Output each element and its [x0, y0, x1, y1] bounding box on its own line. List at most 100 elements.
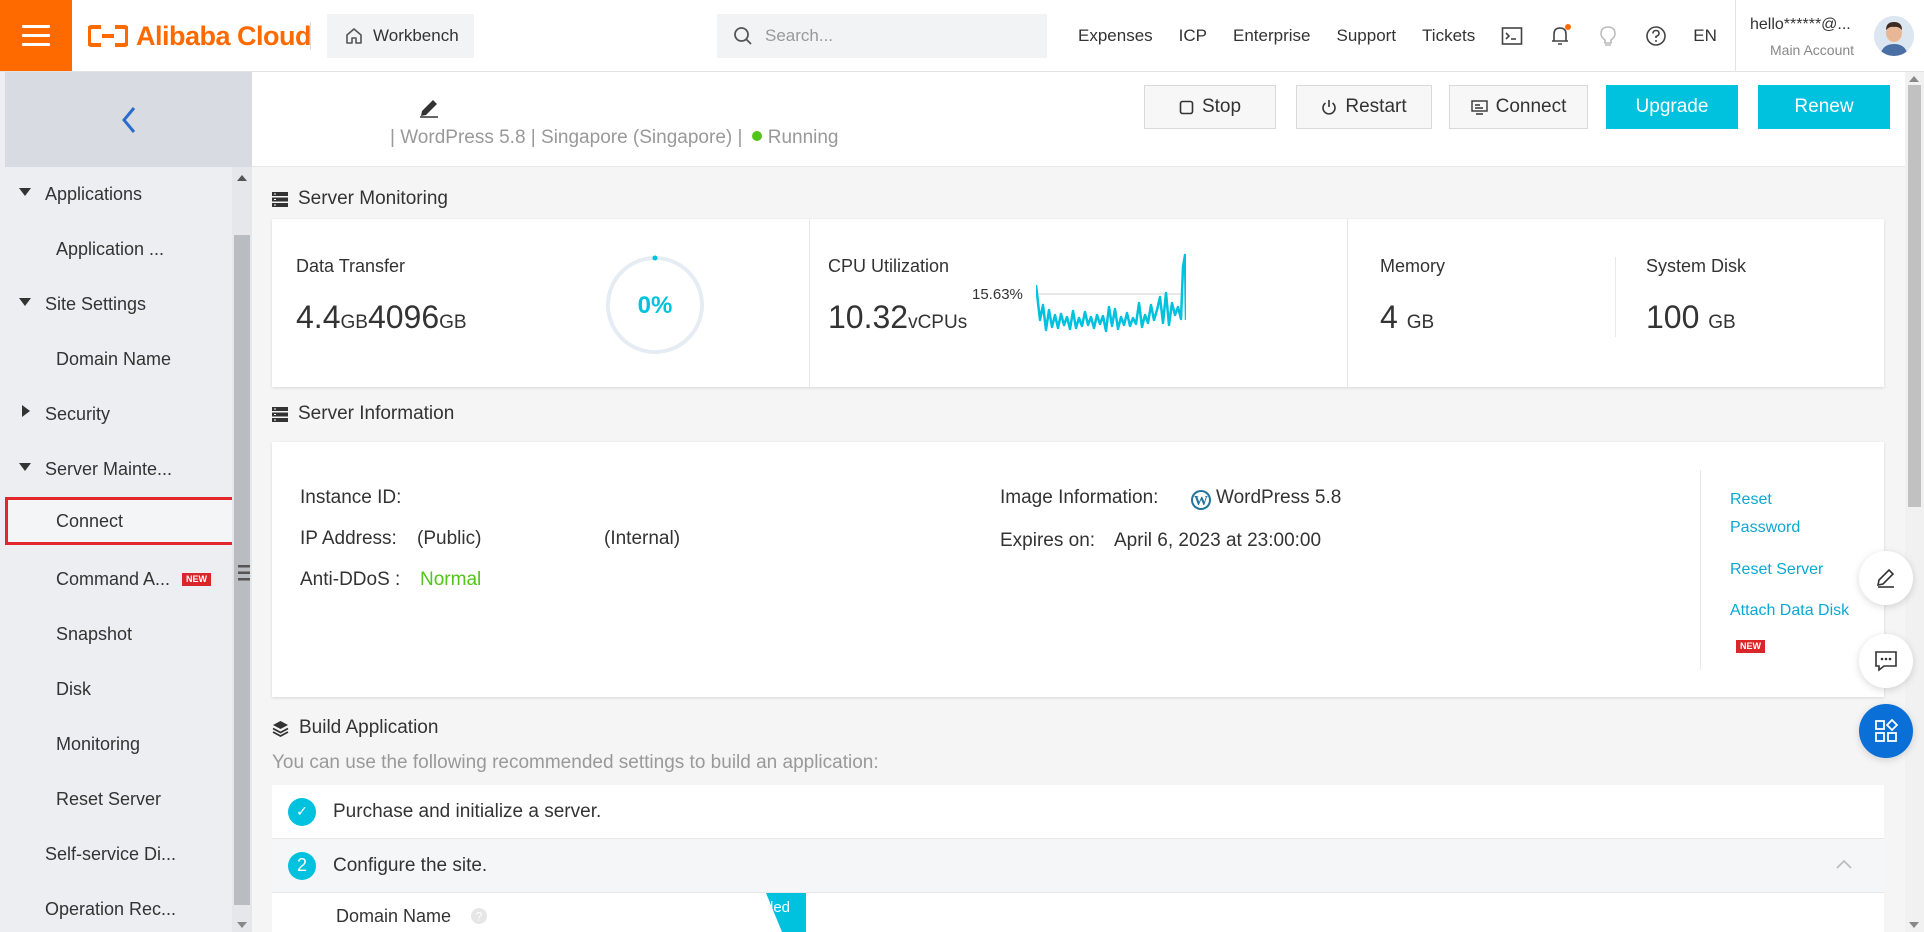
anti-ddos-label: Anti-DDoS :	[300, 569, 401, 590]
status-dot	[751, 131, 762, 141]
scrollbar-thumb[interactable]	[1908, 85, 1921, 507]
sidebar-item-label: Application ...	[56, 239, 165, 259]
image-info-label: Image Information:	[1000, 487, 1159, 508]
lightbulb-icon[interactable]	[1596, 24, 1620, 48]
collapse-sidebar-button[interactable]	[5, 72, 252, 167]
main-content: | WordPress 5.8 | Singapore (Singapore) …	[252, 72, 1905, 932]
upgrade-button[interactable]: Upgrade	[1606, 85, 1738, 129]
sidebar-item-label: Disk	[56, 679, 91, 699]
reset-password-line1: Reset	[1730, 491, 1772, 508]
help-icon[interactable]	[1644, 24, 1668, 48]
memory-cell: Memory 4 GB	[1348, 219, 1616, 387]
sidebar-item-snapshot[interactable]: Snapshot	[5, 607, 232, 662]
data-transfer-total: 4096	[367, 299, 440, 335]
separator: |	[732, 127, 748, 148]
nav-expenses[interactable]: Expenses	[1078, 26, 1153, 46]
chat-icon	[1875, 651, 1897, 672]
upgrade-label: Upgrade	[1635, 96, 1709, 117]
sidebar-item-application[interactable]: Application ...	[5, 222, 232, 277]
page-scrollbar[interactable]	[1905, 72, 1924, 932]
nav-icp[interactable]: ICP	[1179, 26, 1207, 46]
restart-label: Restart	[1345, 96, 1407, 117]
feedback-edit-button[interactable]	[1859, 551, 1913, 605]
workbench-button[interactable]: Workbench	[327, 14, 474, 58]
sidebar-item-monitoring[interactable]: Monitoring	[5, 717, 232, 772]
scroll-down-icon[interactable]	[237, 922, 247, 928]
step-row-configure[interactable]: 2 Configure the site.	[272, 839, 1884, 893]
separator: |	[525, 127, 542, 148]
ribbon-text: led	[770, 899, 791, 916]
top-bar: Alibaba Cloud Workbench Expenses ICP Ent…	[0, 0, 1924, 72]
system-disk-value: 100 GB	[1646, 299, 1736, 336]
connect-label: Connect	[1495, 96, 1567, 117]
section-label: Server Monitoring	[298, 188, 448, 209]
account-menu[interactable]: hello******@... Main Account	[1735, 0, 1924, 72]
build-application-title: Build Application	[272, 717, 438, 739]
connect-button[interactable]: Connect	[1449, 85, 1588, 129]
drawer-toggle-icon[interactable]	[236, 562, 252, 584]
chat-button[interactable]	[1859, 634, 1913, 688]
menu-icon-line	[22, 34, 50, 37]
sidebar-group-applications[interactable]: Applications	[5, 167, 232, 222]
sidebar-scrollbar[interactable]	[232, 167, 252, 932]
nav-support[interactable]: Support	[1337, 26, 1397, 46]
sidebar-group-server-maintenance[interactable]: Server Mainte...	[5, 442, 232, 497]
sidebar-group-security[interactable]: Security	[5, 387, 232, 442]
system-disk-number: 100	[1646, 299, 1700, 335]
menu-button[interactable]	[0, 0, 72, 71]
renew-button[interactable]: Renew	[1758, 85, 1890, 129]
sidebar-item-reset-server[interactable]: Reset Server	[5, 772, 232, 827]
instance-meta: | WordPress 5.8 | Singapore (Singapore) …	[390, 127, 839, 149]
new-badge: NEW	[1736, 640, 1765, 653]
bell-icon[interactable]	[1548, 24, 1572, 48]
search-input[interactable]	[765, 26, 1025, 46]
account-type: Main Account	[1770, 42, 1855, 58]
sidebar-group-site-settings[interactable]: Site Settings	[5, 277, 232, 332]
apps-button[interactable]	[1859, 704, 1913, 758]
ip-public: (Public)	[417, 528, 482, 549]
scroll-up-icon[interactable]	[237, 175, 247, 181]
sidebar-menu: Applications Application ... Site Settin…	[5, 167, 232, 932]
system-disk-cell: System Disk 100 GB	[1616, 219, 1884, 387]
reset-server-link[interactable]: Reset Server	[1730, 556, 1823, 584]
step-row-purchase[interactable]: ✓ Purchase and initialize a server.	[272, 785, 1884, 839]
chevron-up-icon[interactable]	[1836, 859, 1852, 869]
nav-tickets[interactable]: Tickets	[1422, 26, 1475, 46]
sidebar-item-self-service[interactable]: Self-service Di...	[5, 827, 232, 882]
stop-button[interactable]: Stop	[1144, 85, 1276, 129]
expires-label: Expires on:	[1000, 530, 1096, 551]
configure-site-panel: Domain Name ? led	[272, 893, 1884, 932]
search-box[interactable]	[717, 14, 1047, 58]
menu-icon-line	[22, 25, 50, 28]
nav-enterprise[interactable]: Enterprise	[1233, 26, 1310, 46]
stop-label: Stop	[1201, 96, 1242, 117]
data-transfer-gauge: 0%	[606, 255, 704, 354]
help-circle-icon[interactable]: ?	[470, 907, 488, 925]
sidebar-item-label: Security	[45, 404, 111, 424]
menu-icon-line	[22, 43, 50, 46]
scroll-up-icon[interactable]	[1909, 76, 1919, 82]
terminal-icon[interactable]	[1500, 24, 1524, 48]
image-info-value: WordPress 5.8	[1216, 487, 1342, 508]
sidebar-item-command-assistant[interactable]: Command A... NEW	[5, 552, 232, 607]
sidebar: Applications Application ... Site Settin…	[0, 72, 252, 932]
language-switch[interactable]: EN	[1693, 26, 1717, 46]
scroll-down-icon[interactable]	[1909, 922, 1919, 928]
reset-password-link[interactable]: Reset Password	[1730, 486, 1800, 542]
avatar[interactable]	[1874, 16, 1914, 56]
data-transfer-label: Data Transfer	[296, 256, 406, 276]
sidebar-item-domain-name[interactable]: Domain Name	[5, 332, 232, 387]
alibaba-cloud-logo[interactable]: Alibaba Cloud	[88, 19, 312, 53]
power-icon	[1322, 99, 1337, 115]
edit-name-icon[interactable]	[417, 96, 441, 120]
sidebar-item-disk[interactable]: Disk	[5, 662, 232, 717]
layers-icon	[272, 720, 289, 737]
sidebar-item-operation-records[interactable]: Operation Rec...	[5, 882, 232, 932]
sidebar-item-label: Applications	[45, 184, 143, 204]
cpu-cell: CPU Utilization 10.32vCPUs 15.63%	[810, 219, 1347, 387]
cpu-sparkline	[1036, 253, 1186, 333]
sidebar-item-connect[interactable]: Connect	[5, 497, 232, 545]
restart-button[interactable]: Restart	[1296, 85, 1432, 129]
attach-data-disk-link[interactable]: Attach Data Disk	[1730, 597, 1849, 625]
cpu-number: 10.32	[828, 299, 909, 335]
